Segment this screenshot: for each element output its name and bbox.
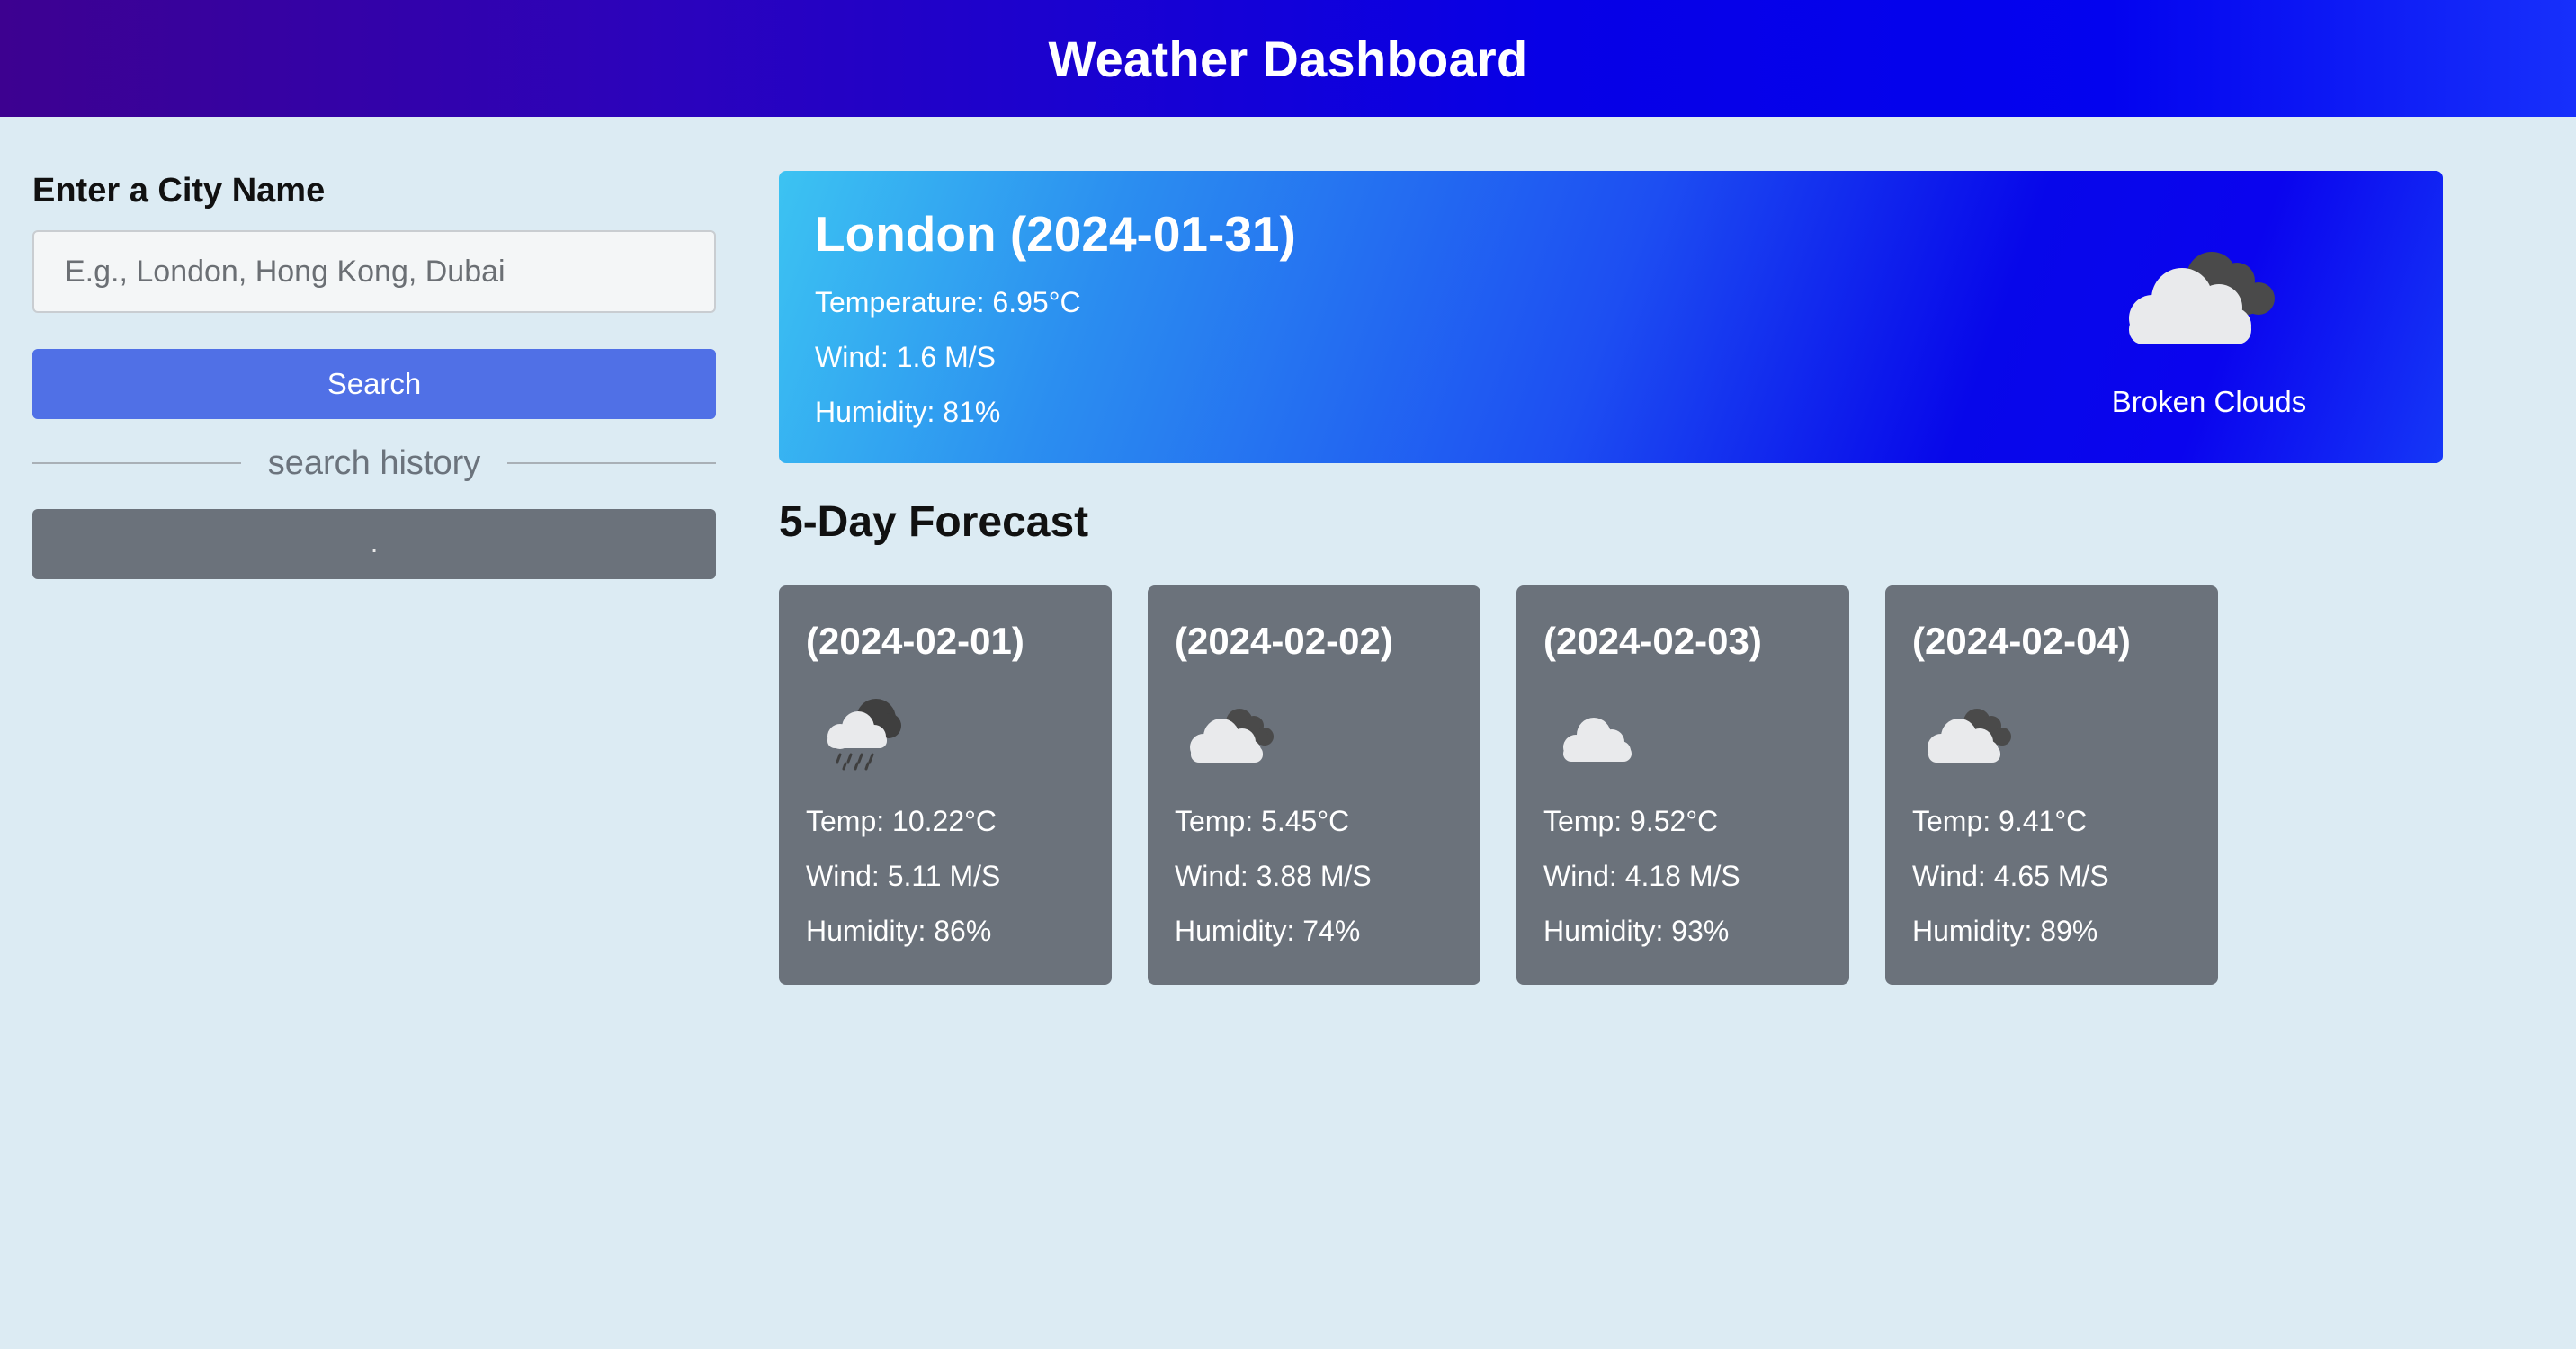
- broken-clouds-icon: [1912, 692, 2029, 773]
- broken-clouds-icon: [1175, 692, 1292, 773]
- forecast-humidity: Humidity: 89%: [1912, 915, 2098, 947]
- forecast-wind: Wind: 5.11 M/S: [806, 860, 1001, 892]
- search-panel-title: Enter a City Name: [32, 172, 326, 210]
- current-temperature: Temperature: 6.95°C: [815, 286, 1081, 318]
- forecast-temp: Temp: 9.52°C: [1543, 805, 1719, 837]
- forecast-temp: Temp: 5.45°C: [1175, 805, 1350, 837]
- forecast-wind: Wind: 4.65 M/S: [1912, 860, 2109, 892]
- forecast-humidity: Humidity: 74%: [1175, 915, 1361, 947]
- forecast-humidity: Humidity: 93%: [1543, 915, 1730, 947]
- current-city-date: London (2024-01-31): [815, 206, 1296, 262]
- forecast-date: (2024-02-01): [806, 620, 1024, 662]
- cloud-icon: [1543, 692, 1660, 773]
- page-title: Weather Dashboard: [1048, 30, 1528, 87]
- broken-clouds-icon: [2106, 225, 2308, 369]
- forecast-date: (2024-02-04): [1912, 620, 2131, 662]
- search-history-divider: search history: [32, 441, 717, 486]
- forecast-list: (2024-02-01) Temp: 10.22°C Wind: 5.11 M/…: [779, 585, 2218, 985]
- forecast-humidity: Humidity: 86%: [806, 915, 992, 947]
- forecast-wind: Wind: 4.18 M/S: [1543, 860, 1740, 892]
- forecast-title: 5-Day Forecast: [779, 498, 1089, 546]
- divider-line-left: [32, 462, 241, 464]
- divider-line-right: [507, 462, 717, 464]
- forecast-card: (2024-02-02) Temp: 5.45°C Wind: 3.88 M/S…: [1148, 585, 1480, 985]
- forecast-card: (2024-02-04) Temp: 9.41°C Wind: 4.65 M/S…: [1885, 585, 2218, 985]
- current-description: Broken Clouds: [2111, 385, 2307, 418]
- current-humidity: Humidity: 81%: [815, 396, 1001, 428]
- forecast-date: (2024-02-02): [1175, 620, 1393, 662]
- forecast-card: (2024-02-03) Temp: 9.52°C Wind: 4.18 M/S…: [1516, 585, 1849, 985]
- forecast-card: (2024-02-01) Temp: 10.22°C Wind: 5.11 M/…: [779, 585, 1112, 985]
- forecast-temp: Temp: 10.22°C: [806, 805, 997, 837]
- city-search-input[interactable]: [32, 230, 716, 313]
- search-button[interactable]: Search: [32, 349, 716, 419]
- rain-icon: [806, 692, 923, 773]
- current-wind: Wind: 1.6 M/S: [815, 341, 996, 373]
- app-header: Weather Dashboard: [0, 0, 2576, 117]
- current-weather-card: London (2024-01-31) Temperature: 6.95°C …: [779, 171, 2443, 463]
- search-history-label: search history: [267, 443, 481, 482]
- search-panel: Enter a City Name Search search history …: [32, 167, 717, 579]
- forecast-wind: Wind: 3.88 M/S: [1175, 860, 1372, 892]
- forecast-date: (2024-02-03): [1543, 620, 1762, 662]
- forecast-temp: Temp: 9.41°C: [1912, 805, 2088, 837]
- search-history-item[interactable]: .: [32, 509, 716, 579]
